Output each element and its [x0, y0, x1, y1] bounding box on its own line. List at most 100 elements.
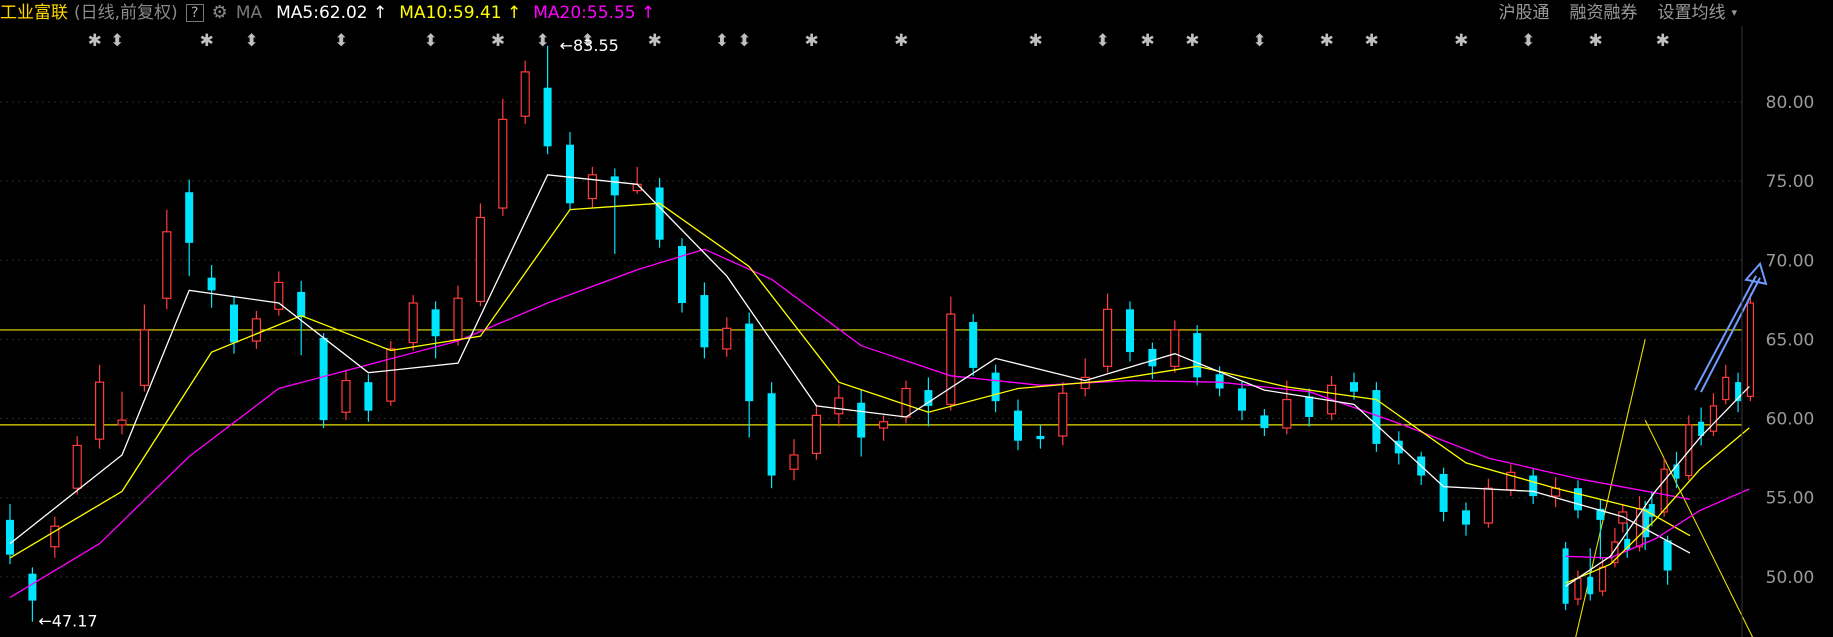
candle-body-down — [543, 87, 552, 147]
candle-body-up — [386, 348, 396, 402]
candle-body-up — [520, 71, 530, 117]
event-marker[interactable]: ⬍ — [244, 31, 258, 51]
candle-body-up — [811, 414, 822, 454]
event-marker[interactable]: ⬍ — [1096, 31, 1110, 51]
candle-body-down — [857, 402, 866, 438]
candle-body-down — [1193, 333, 1202, 378]
y-tick-label: 55.00 — [1766, 489, 1815, 509]
y-tick-label: 50.00 — [1766, 568, 1815, 588]
event-marker[interactable]: ⬍ — [110, 31, 124, 51]
candle-body-down — [297, 291, 306, 318]
candle-body-down — [1350, 382, 1358, 392]
y-tick-label: 65.00 — [1766, 330, 1815, 350]
candle-body-down — [1462, 510, 1470, 525]
event-marker[interactable]: ✱ — [1656, 31, 1670, 51]
y-tick-label: 60.00 — [1766, 410, 1815, 430]
candle-body-up — [901, 387, 911, 418]
candle-body-up — [139, 329, 149, 386]
candle-body-up — [1102, 308, 1113, 367]
candle-body-down — [6, 519, 14, 555]
moving-averages — [9, 174, 1768, 598]
y-tick-label: 70.00 — [1766, 251, 1815, 271]
event-marker[interactable]: ⬍ — [1252, 31, 1266, 51]
grid-lines — [0, 101, 1742, 578]
candle-body-down — [1126, 309, 1134, 353]
event-marker[interactable]: ✱ — [1185, 31, 1199, 51]
ma5-line — [9, 174, 1691, 554]
candle-body-down — [230, 304, 238, 343]
candle-body-up — [1746, 302, 1755, 397]
candles — [6, 45, 1755, 622]
event-marker[interactable]: ⬍ — [424, 31, 438, 51]
candle-body-down — [745, 323, 754, 402]
candle-body-down — [610, 176, 619, 196]
event-marker[interactable]: ⬍ — [536, 31, 550, 51]
candle-body-up — [1170, 329, 1180, 367]
candle-body-up — [834, 397, 844, 415]
candle-body-up — [1058, 392, 1068, 437]
event-marker[interactable]: ⬍ — [1521, 31, 1535, 51]
event-marker[interactable]: ✱ — [1588, 31, 1602, 51]
y-axis: 80.00 75.00 70.00 65.00 60.00 55.00 50.00 — [1766, 93, 1815, 588]
event-marker[interactable]: ✱ — [1140, 31, 1154, 51]
candle-body-up — [587, 174, 598, 200]
channel-line — [1644, 419, 1754, 637]
candle-body-up — [1574, 577, 1582, 600]
candle-body-up — [408, 302, 418, 344]
candle-body-up — [1722, 376, 1730, 401]
event-marker[interactable]: ⬍ — [715, 31, 729, 51]
candle-body-down — [1014, 410, 1022, 441]
ma20-line — [9, 248, 1691, 598]
candle-body-up — [72, 444, 82, 489]
event-marker[interactable]: ✱ — [88, 31, 102, 51]
candle-body-down — [655, 187, 664, 240]
candle-body-up — [946, 313, 956, 405]
candle-body-down — [566, 144, 574, 204]
event-marker[interactable]: ✱ — [894, 31, 908, 51]
candle-body-down — [1529, 475, 1538, 497]
guide-lines — [0, 329, 1754, 637]
candle-body-down — [1439, 473, 1448, 512]
event-marker[interactable]: ⬍ — [737, 31, 751, 51]
price-annotations: ←83.55 ←47.17 — [38, 36, 618, 631]
candle-body-up — [453, 297, 463, 341]
channel-line — [1575, 339, 1646, 637]
candle-body-up — [878, 421, 889, 429]
event-marker[interactable]: ✱ — [804, 31, 818, 51]
candle-body-down — [700, 295, 709, 348]
candle-body-down — [319, 337, 328, 421]
candle-body-up — [94, 381, 105, 440]
candle-body-down — [991, 372, 1000, 402]
event-marker[interactable]: ✱ — [200, 31, 214, 51]
candle-body-down — [1305, 396, 1314, 417]
event-marker[interactable]: ✱ — [491, 31, 505, 51]
event-marker[interactable]: ✱ — [1320, 31, 1334, 51]
event-marker[interactable]: ✱ — [1028, 31, 1042, 51]
candle-body-up — [1598, 566, 1607, 592]
candle-body-down — [969, 322, 978, 368]
event-marker[interactable]: ✱ — [1454, 31, 1468, 51]
ma5-line — [1565, 386, 1750, 587]
event-marker[interactable]: ✱ — [648, 31, 662, 51]
event-marker[interactable]: ⬍ — [334, 31, 348, 51]
ma10-line — [1565, 427, 1750, 584]
candle-body-down — [1587, 576, 1594, 595]
candle-body-up — [341, 379, 351, 413]
candle-body-down — [767, 393, 776, 476]
ma10-line — [9, 202, 1691, 559]
candle-body-down — [185, 192, 194, 243]
candle-body-down — [1663, 540, 1672, 571]
y-tick-label: 80.00 — [1766, 93, 1815, 113]
ma20-line — [1565, 488, 1750, 559]
candle-body-down — [28, 573, 37, 601]
candle-body-up — [1282, 398, 1292, 429]
candle-body-up — [162, 231, 172, 299]
candle-body-up — [1483, 487, 1494, 524]
candle-body-down — [1238, 388, 1246, 411]
candle-body-down — [1574, 488, 1582, 511]
candlestick-chart[interactable]: ✱ ⬍ ✱ ⬍ ⬍ ⬍ ✱ ⬍ ⬍ ✱ ⬍ ⬍ ✱ ✱ ✱ ⬍ ✱ ✱ ⬍ ✱ ✱ ✱ ⬍ ✱ ✱ ←83.55←47.17 8… — [0, 0, 1833, 637]
candle-body-down — [431, 309, 440, 337]
event-marker[interactable]: ✱ — [1364, 31, 1378, 51]
candle-body-up — [1660, 468, 1668, 513]
candle-body-down — [207, 277, 216, 291]
